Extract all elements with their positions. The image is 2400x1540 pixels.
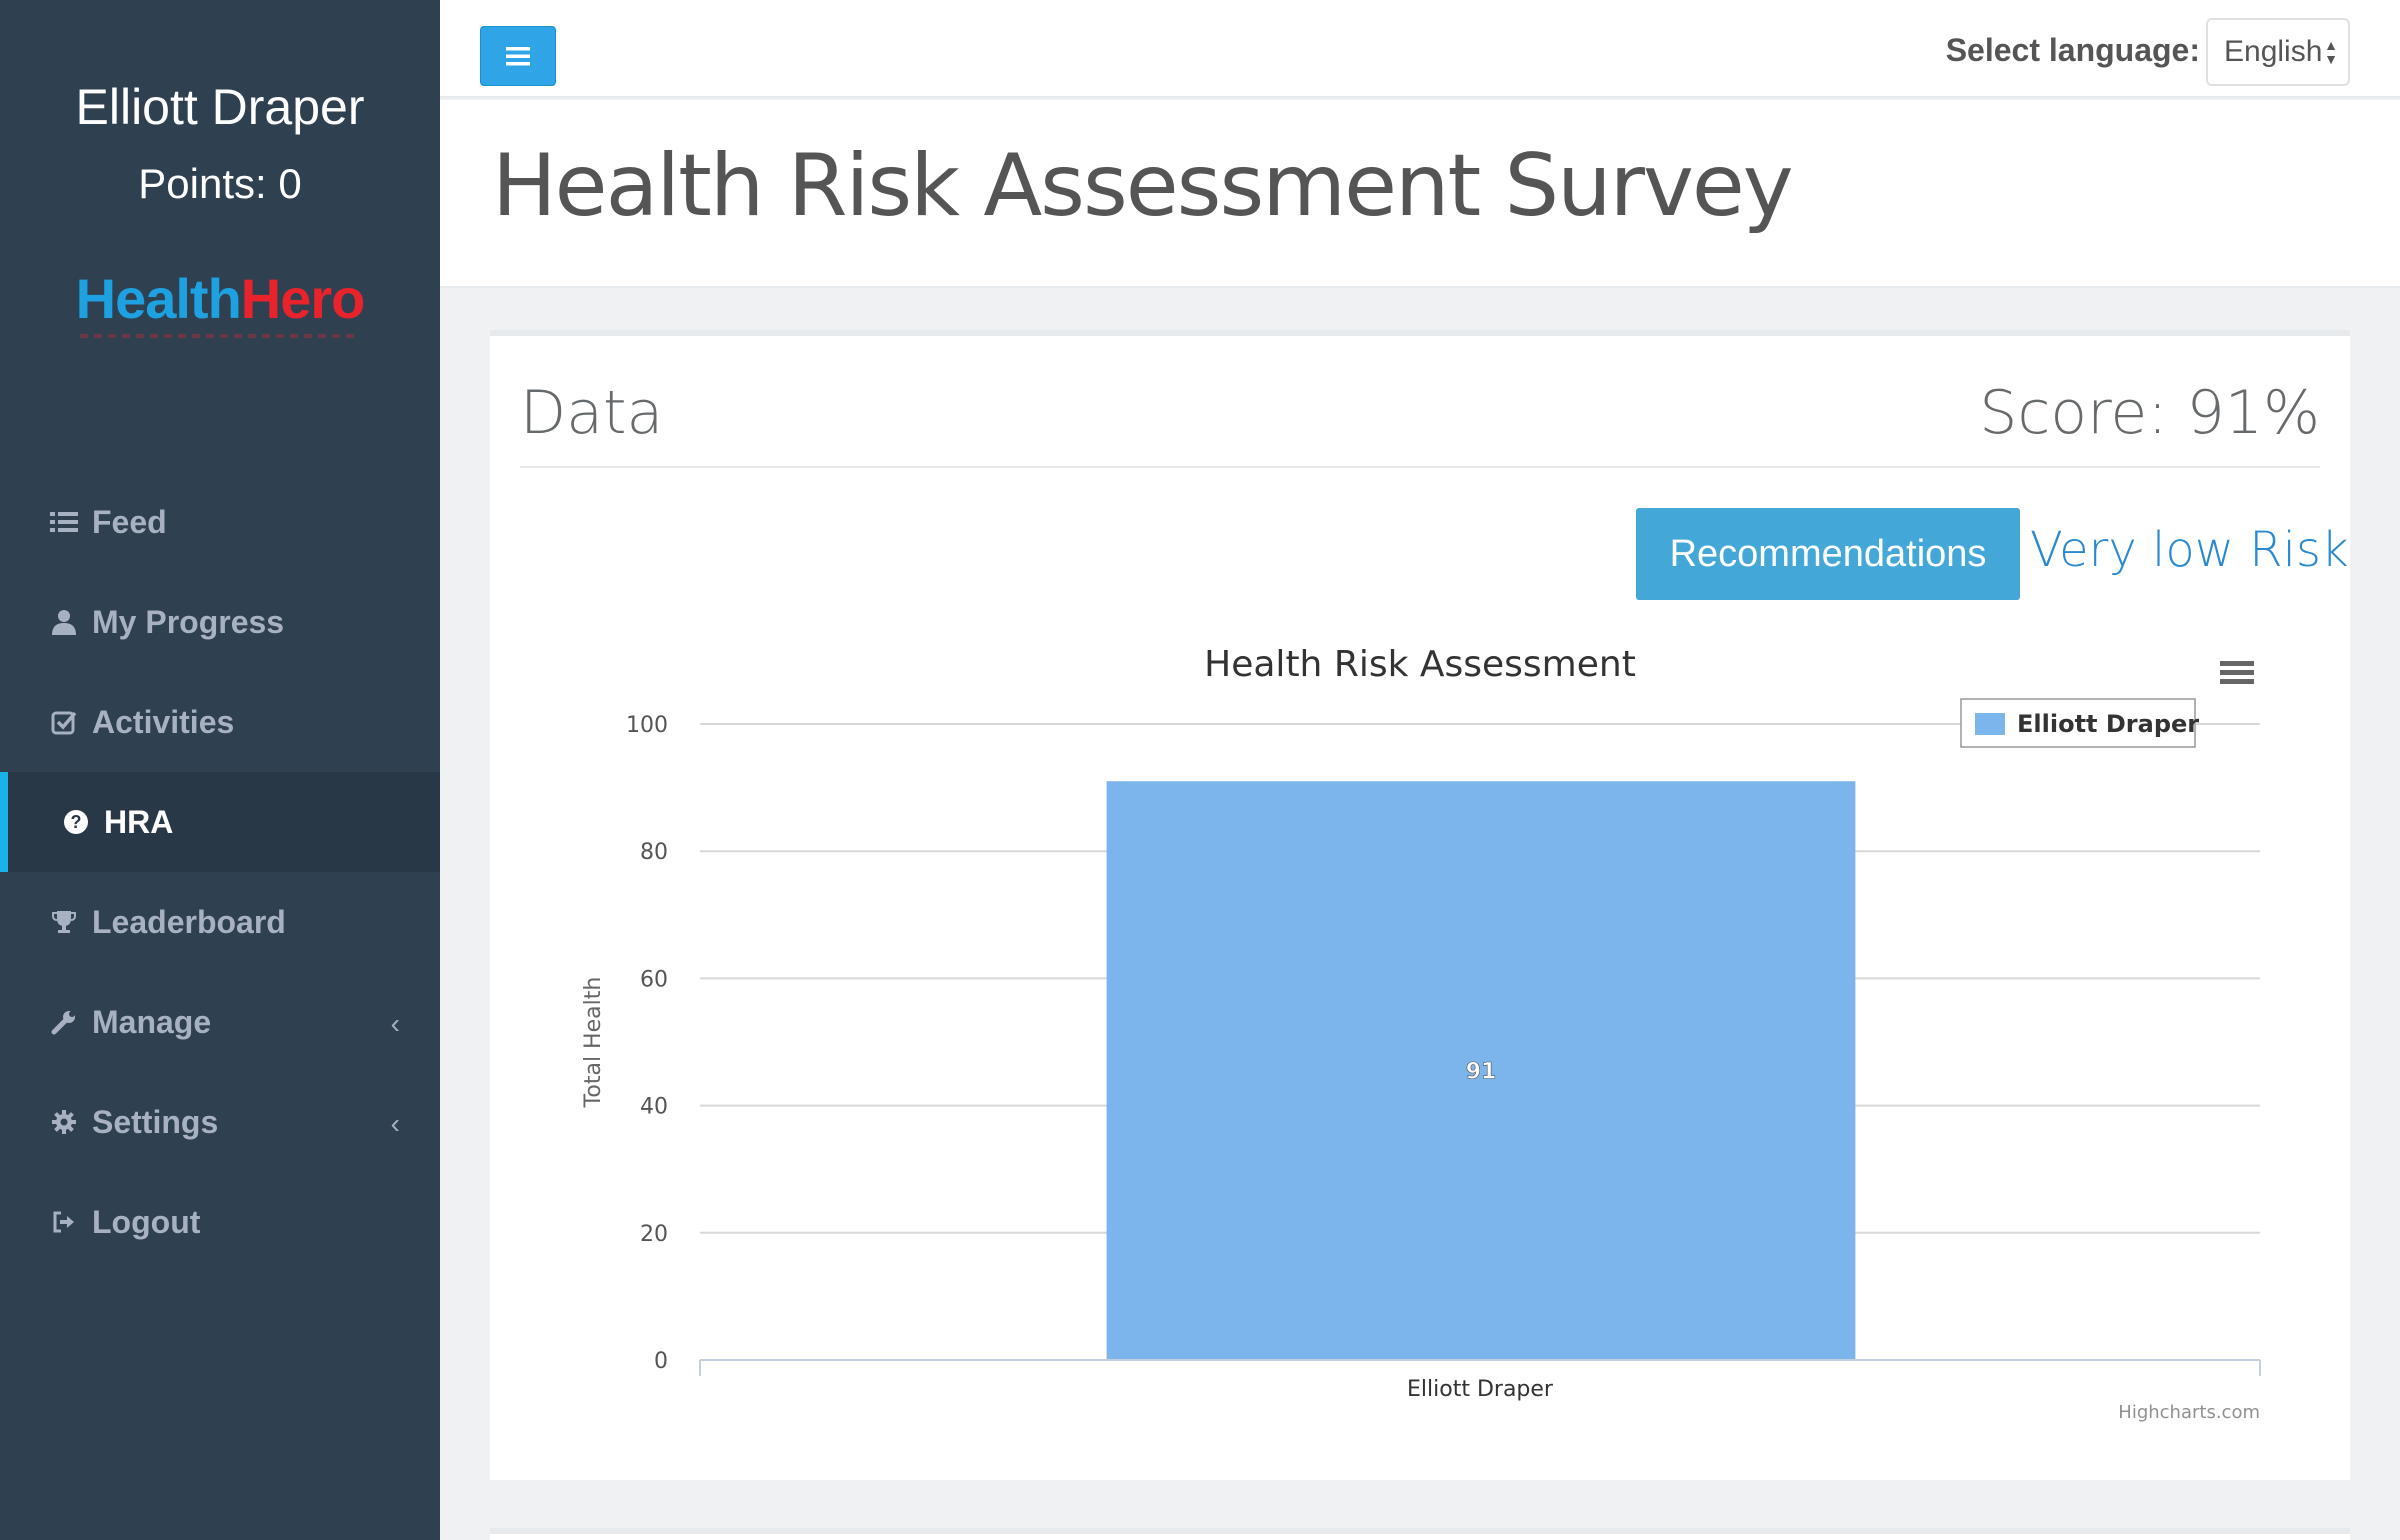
sidebar-item-label: Settings bbox=[92, 1103, 219, 1140]
check-square-icon bbox=[50, 708, 78, 736]
y-tick-label: 60 bbox=[640, 967, 668, 992]
sidebar-item-label: Logout bbox=[92, 1203, 201, 1240]
logo-tagline-decoration bbox=[80, 334, 360, 338]
hamburger-icon bbox=[2220, 661, 2254, 666]
y-axis-ticks: 0 20 40 60 80 100 bbox=[626, 713, 668, 1374]
sidebar-item-manage[interactable]: Manage ‹ bbox=[0, 972, 440, 1072]
y-tick-label: 0 bbox=[654, 1349, 668, 1374]
top-navbar: Select language: English ▲ ▼ bbox=[440, 0, 2400, 98]
y-tick-label: 40 bbox=[640, 1095, 668, 1120]
sidebar-item-my-progress[interactable]: My Progress bbox=[0, 572, 440, 672]
gear-icon bbox=[50, 1108, 78, 1136]
x-axis: Elliott Draper bbox=[699, 1359, 2261, 1402]
x-tick-label: Elliott Draper bbox=[1407, 1377, 1554, 1402]
user-name: Elliott Draper bbox=[75, 79, 365, 135]
y-tick-label: 20 bbox=[640, 1222, 668, 1247]
select-arrows-icon: ▲ ▼ bbox=[2324, 37, 2338, 67]
user-points: Points: 0 bbox=[138, 160, 302, 207]
chart-credit[interactable]: Highcharts.com bbox=[2118, 1402, 2260, 1423]
legend-swatch bbox=[1975, 713, 2005, 735]
next-panel-edge bbox=[490, 1528, 2350, 1540]
user-icon bbox=[50, 608, 78, 636]
sidebar-item-label: Leaderboard bbox=[92, 903, 286, 940]
sidebar-item-leaderboard[interactable]: Leaderboard bbox=[0, 872, 440, 972]
chart-bars: 91 bbox=[1106, 781, 1856, 1360]
sidebar-item-label: Activities bbox=[92, 703, 235, 740]
sidebar-item-label: HRA bbox=[104, 803, 174, 840]
chevron-left-icon: ‹ bbox=[390, 1008, 400, 1039]
sidebar-item-settings[interactable]: Settings ‹ bbox=[0, 1072, 440, 1172]
wrench-icon bbox=[50, 1008, 78, 1036]
sidebar-item-label: My Progress bbox=[92, 603, 285, 640]
chevron-left-icon: ‹ bbox=[390, 1108, 400, 1139]
page-heading: Health Risk Assessment Survey bbox=[440, 100, 2400, 288]
trophy-icon bbox=[50, 908, 78, 936]
sidebar-item-label: Feed bbox=[92, 503, 167, 540]
app-logo[interactable]: HealthHero bbox=[0, 266, 440, 331]
sidebar-item-feed[interactable]: Feed bbox=[0, 472, 440, 572]
hamburger-icon bbox=[2220, 670, 2254, 675]
sidebar-nav: Feed My Progress Activities ? HRA Leader… bbox=[0, 472, 440, 1272]
svg-text:?: ? bbox=[71, 812, 82, 832]
menu-toggle-button[interactable] bbox=[480, 26, 556, 86]
y-tick-label: 80 bbox=[640, 840, 668, 865]
sidebar: Elliott Draper Points: 0 HealthHero Feed… bbox=[0, 0, 440, 1540]
language-select-value: English bbox=[2224, 35, 2323, 68]
language-select[interactable]: English ▲ ▼ bbox=[2206, 18, 2350, 86]
sidebar-item-logout[interactable]: Logout bbox=[0, 1172, 440, 1272]
logo-part-hero: Hero bbox=[240, 267, 366, 330]
legend-label: Elliott Draper bbox=[2017, 710, 2199, 738]
y-axis-label: Total Health bbox=[581, 977, 606, 1109]
list-icon bbox=[50, 508, 78, 536]
sidebar-item-label: Manage bbox=[92, 1003, 212, 1040]
hamburger-icon bbox=[506, 47, 530, 66]
chart-context-menu-button[interactable] bbox=[2220, 661, 2254, 684]
y-tick-label: 100 bbox=[626, 713, 668, 738]
question-circle-icon: ? bbox=[62, 808, 90, 836]
sidebar-item-activities[interactable]: Activities bbox=[0, 672, 440, 772]
sidebar-item-hra[interactable]: ? HRA bbox=[0, 772, 440, 872]
data-panel: Data Score: 91% Recommendations Very low… bbox=[490, 330, 2350, 1480]
logo-part-health: Health bbox=[75, 267, 242, 330]
sign-out-icon bbox=[50, 1208, 78, 1236]
bar-data-label: 91 bbox=[1466, 1060, 1497, 1085]
hamburger-icon bbox=[2220, 679, 2254, 684]
page-title: Health Risk Assessment Survey bbox=[492, 136, 1794, 236]
chart-title: Health Risk Assessment bbox=[1204, 644, 1636, 685]
language-label: Select language: bbox=[1945, 32, 2200, 68]
chart-legend[interactable]: Elliott Draper bbox=[1960, 698, 2199, 748]
hra-bar-chart: Health Risk Assessment 0 20 40 60 80 100 91 E… bbox=[581, 644, 2261, 1423]
